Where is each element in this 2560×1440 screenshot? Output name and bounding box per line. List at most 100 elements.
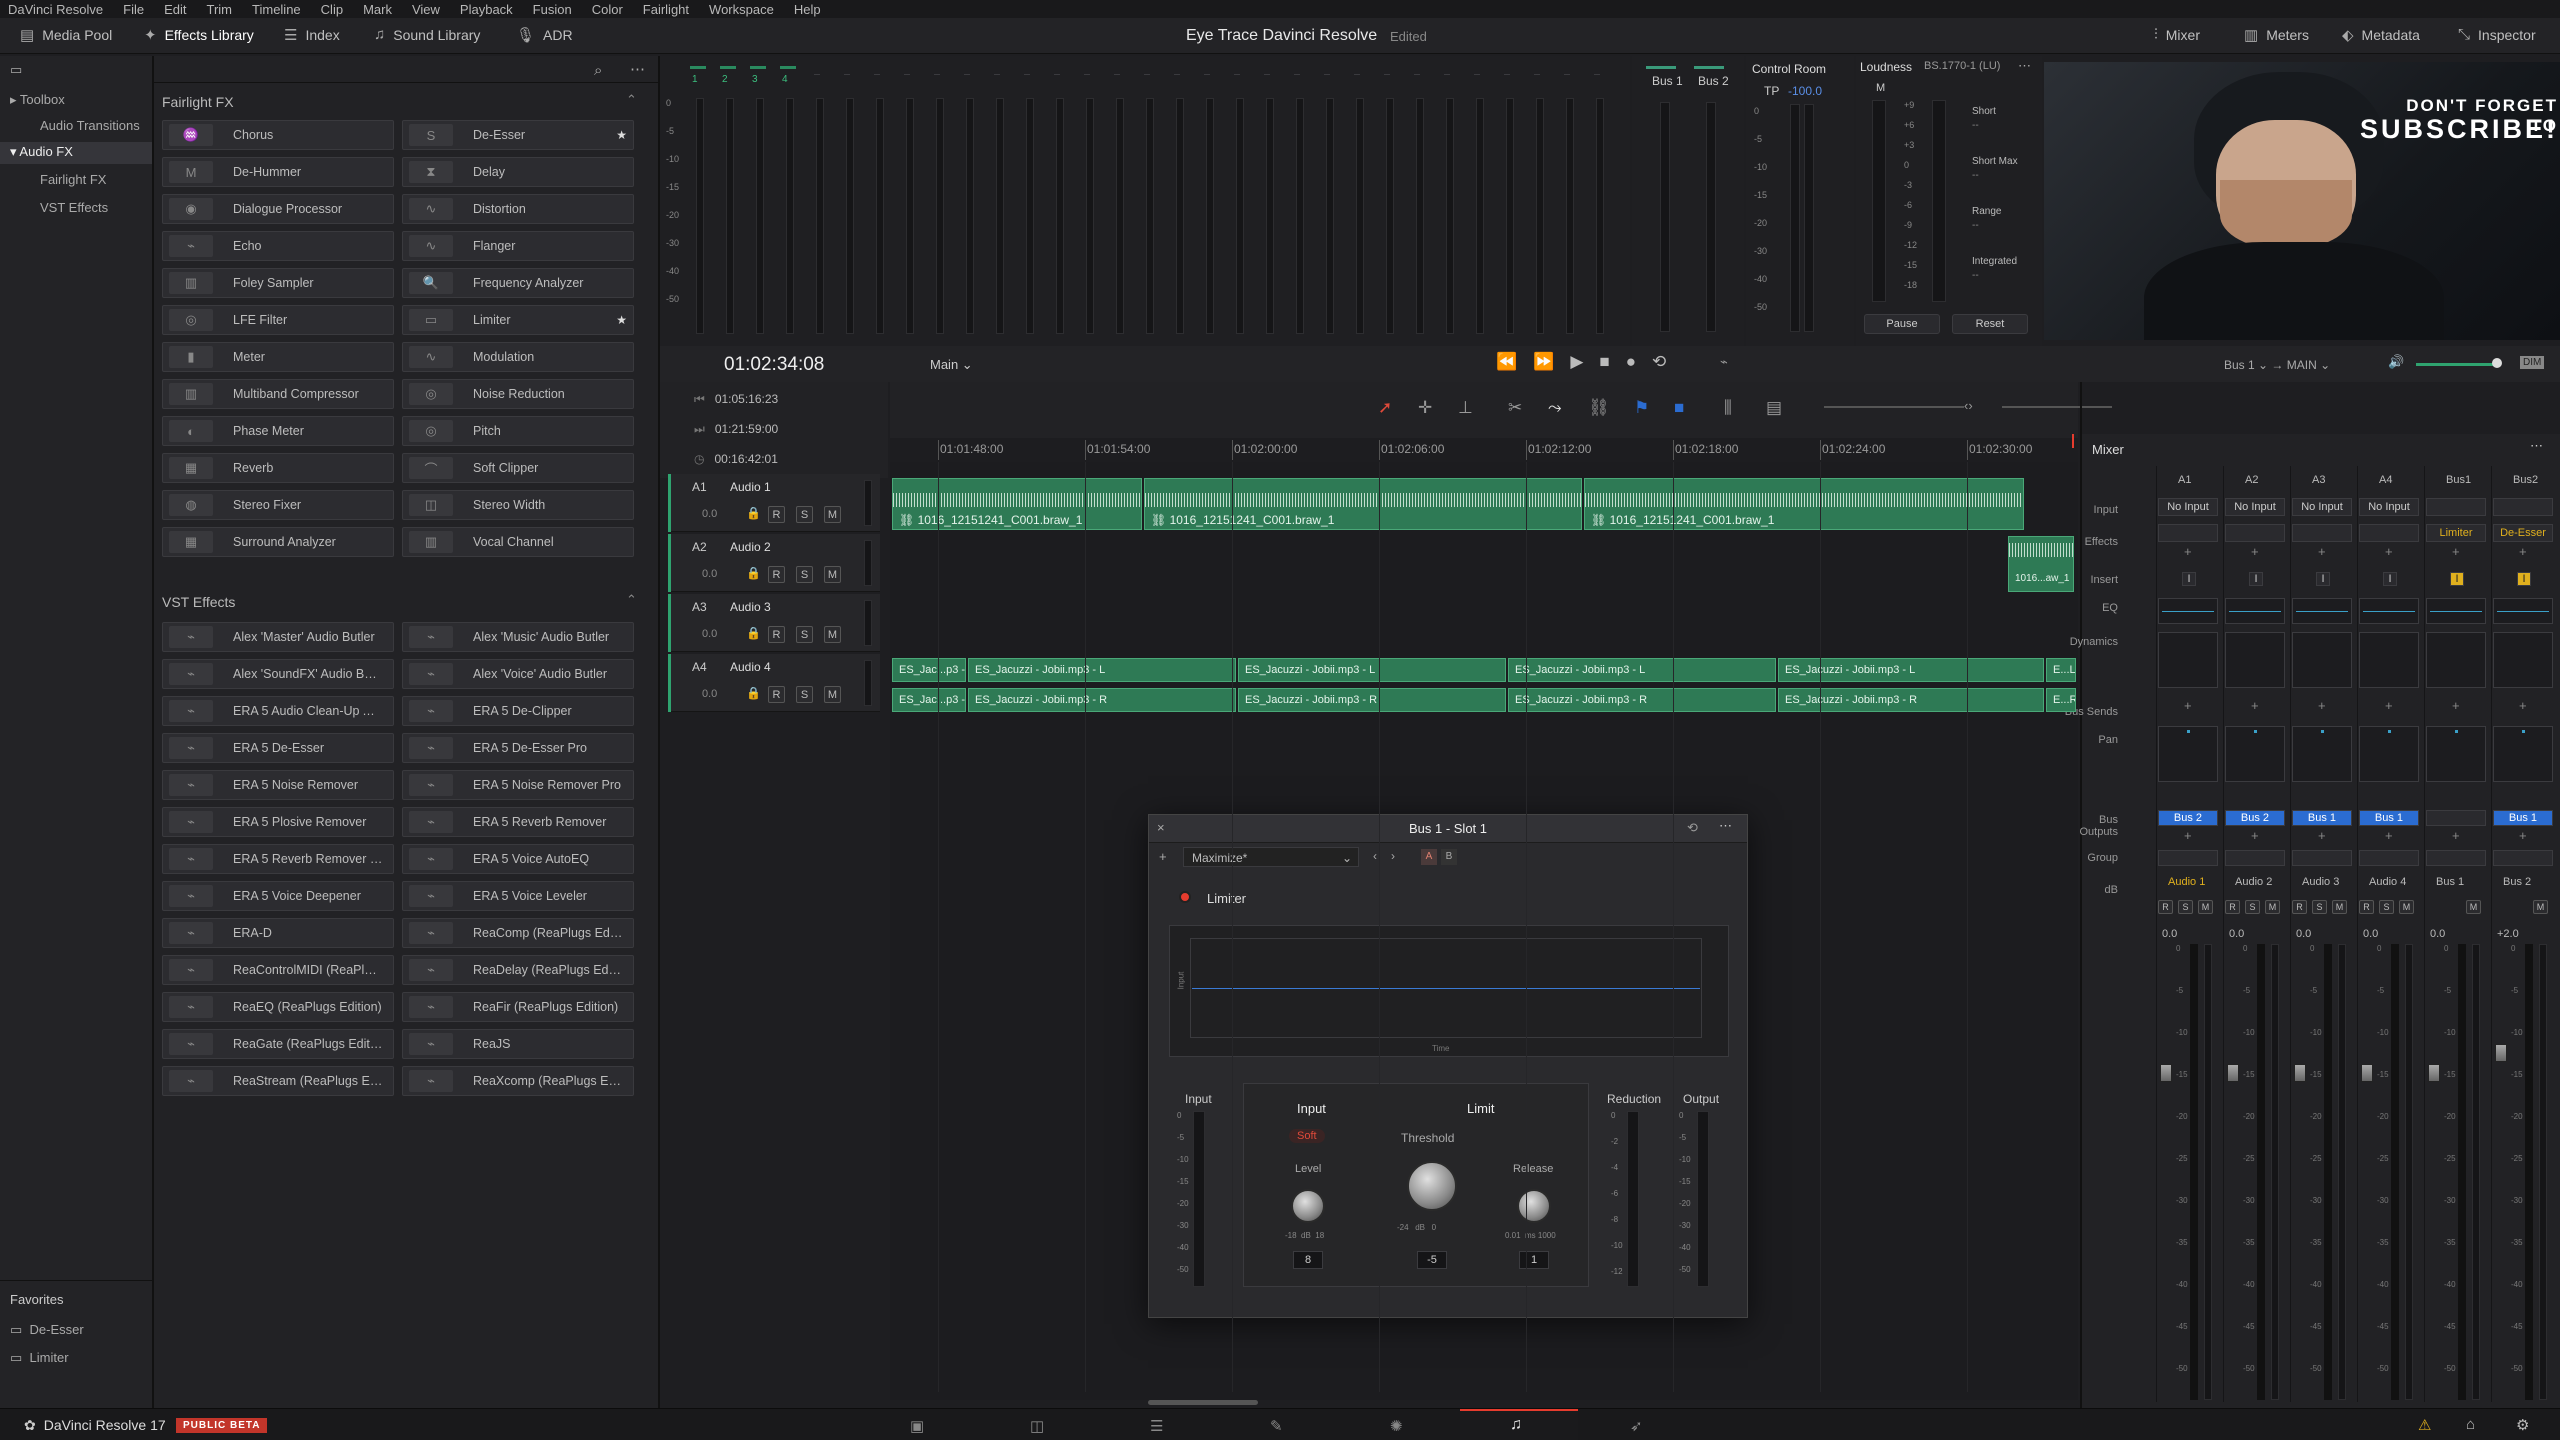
effects-library-button[interactable]: ✦ Effects Library — [144, 26, 254, 44]
vst-item[interactable]: ⌁ ERA 5 Reverb Remover — [402, 807, 634, 837]
meters-button[interactable]: ▥ Meters — [2244, 26, 2309, 44]
dynamics-thumbnail[interactable] — [2493, 632, 2553, 688]
add-send-icon[interactable]: + — [2519, 698, 2527, 713]
volume-handle[interactable] — [2492, 358, 2502, 368]
fx-item[interactable]: ▥ Vocal Channel — [402, 527, 634, 557]
history-icon[interactable]: ⟲ — [1687, 820, 1698, 836]
mixer-s-button[interactable]: S — [2379, 900, 2394, 914]
insert-toggle[interactable]: I — [2517, 572, 2531, 586]
add-output-icon[interactable]: + — [2519, 828, 2527, 843]
add-output-icon[interactable]: + — [2318, 828, 2326, 843]
menu-item[interactable]: Clip — [321, 2, 343, 17]
clip-a4-right[interactable]: ES_Jacuzzi - Jobii.mp3 - R — [1238, 688, 1506, 712]
track-volume[interactable]: 0.0 — [702, 508, 717, 520]
panel-toggle-icon[interactable]: ▭ — [10, 62, 22, 78]
group-slot[interactable] — [2225, 850, 2285, 866]
insert-toggle[interactable]: I — [2249, 572, 2263, 586]
vst-item[interactable]: ⌁ ERA 5 Noise Remover Pro — [402, 770, 634, 800]
vst-item[interactable]: ⌁ ERA 5 Noise Remover — [162, 770, 394, 800]
vst-item[interactable]: ⌁ ReaFir (ReaPlugs Edition) — [402, 992, 634, 1022]
ab-a-button[interactable]: A — [1421, 849, 1437, 865]
add-effect-icon[interactable]: + — [2519, 544, 2527, 559]
add-effect-icon[interactable]: + — [2452, 544, 2460, 559]
mixer-effects-slot[interactable] — [2359, 524, 2419, 542]
mixer-m-button[interactable]: M — [2265, 900, 2280, 914]
mixer-effects-slot[interactable]: Limiter — [2426, 524, 2486, 542]
track-m-button[interactable]: M — [824, 686, 841, 703]
clip-a1[interactable]: ⛓ 1016_12151241_C001.braw_1 — [1584, 478, 2024, 530]
metadata-button[interactable]: ⬖ Metadata — [2342, 26, 2420, 44]
track-name[interactable]: Audio 3 — [730, 600, 771, 614]
track-r-button[interactable]: R — [768, 686, 785, 703]
pan-control[interactable] — [2158, 726, 2218, 782]
bus-output-slot[interactable]: Bus 2 — [2225, 810, 2285, 826]
vst-item[interactable]: ⌁ ReaDelay (ReaPlugs Editi... — [402, 955, 634, 985]
clip-a4-left[interactable]: E...L — [2046, 658, 2076, 682]
preset-next-icon[interactable]: › — [1391, 849, 1395, 863]
mixer-effects-slot[interactable] — [2292, 524, 2352, 542]
fusion-page-icon[interactable]: ✎ — [1270, 1417, 1283, 1435]
clip-a1[interactable]: ⛓ 1016_12151241_C001.braw_1 — [892, 478, 1142, 530]
volume-slider[interactable] — [2416, 363, 2496, 366]
menu-item[interactable]: View — [412, 2, 440, 17]
fx-item[interactable]: ◐ Phase Meter — [162, 416, 394, 446]
group-slot[interactable] — [2292, 850, 2352, 866]
timeline-scrollbar[interactable] — [1148, 1400, 1258, 1405]
insert-toggle[interactable]: I — [2450, 572, 2464, 586]
cut-page-icon[interactable]: ◫ — [1030, 1417, 1044, 1435]
dynamics-thumbnail[interactable] — [2359, 632, 2419, 688]
group-slot[interactable] — [2426, 850, 2486, 866]
track-volume[interactable]: 0.0 — [702, 688, 717, 700]
automation-icon[interactable]: ⌁ — [1720, 354, 1728, 370]
menu-item[interactable]: Playback — [460, 2, 513, 17]
fx-item[interactable]: ◎ Pitch — [402, 416, 634, 446]
mixer-r-button[interactable]: R — [2225, 900, 2240, 914]
flag-icon[interactable]: ⚑ — [1634, 398, 1649, 418]
insert-toggle[interactable]: I — [2383, 572, 2397, 586]
clip-a2[interactable]: 1016...aw_1 — [2008, 536, 2074, 592]
fx-item[interactable]: ▦ Surround Analyzer — [162, 527, 394, 557]
release-value[interactable]: 1 — [1519, 1251, 1549, 1269]
add-send-icon[interactable]: + — [2452, 698, 2460, 713]
dim-button[interactable]: DIM — [2520, 356, 2545, 369]
tree-vst-effects[interactable]: VST Effects — [40, 200, 108, 215]
track-s-button[interactable]: S — [796, 626, 813, 643]
fx-item[interactable]: ◫ Stereo Width — [402, 490, 634, 520]
plugin-enable-toggle[interactable] — [1179, 891, 1191, 903]
pointer-tool-icon[interactable]: ➚ — [1378, 398, 1392, 418]
loop-icon[interactable]: ⟲ — [1652, 352, 1682, 371]
vst-item[interactable]: ⌁ Alex 'Voice' Audio Butler — [402, 659, 634, 689]
mixer-r-button[interactable]: R — [2292, 900, 2307, 914]
lock-icon[interactable]: 🔒 — [746, 566, 761, 580]
more-options-icon[interactable]: ⋯ — [2018, 58, 2031, 74]
track-s-button[interactable]: S — [796, 566, 813, 583]
fader-handle[interactable] — [2294, 1064, 2306, 1082]
add-output-icon[interactable]: + — [2385, 828, 2393, 843]
bus-output-slot[interactable] — [2426, 810, 2486, 826]
clip-a4-right[interactable]: ES_Jacuzzi - Jobii.mp3 - R — [968, 688, 1236, 712]
vst-item[interactable]: ⌁ ERA 5 Voice Leveler — [402, 881, 634, 911]
threshold-knob[interactable] — [1407, 1161, 1457, 1211]
mixer-s-button[interactable]: S — [2178, 900, 2193, 914]
release-knob[interactable] — [1517, 1189, 1551, 1223]
clip-a4-left[interactable]: ES_Jacuzzi - Jobii.mp3 - L — [1778, 658, 2044, 682]
add-output-icon[interactable]: + — [2184, 828, 2192, 843]
preset-dropdown[interactable]: Maximize* ⌄ — [1183, 847, 1359, 867]
zoom-slider-2[interactable] — [2002, 406, 2112, 408]
add-preset-icon[interactable]: + — [1159, 849, 1167, 864]
mixer-input-slot[interactable] — [2426, 498, 2486, 516]
threshold-value[interactable]: -5 — [1417, 1251, 1447, 1269]
insert-toggle[interactable]: I — [2182, 572, 2196, 586]
vst-item[interactable]: ⌁ ERA 5 Voice Deepener — [162, 881, 394, 911]
menu-item[interactable]: Workspace — [709, 2, 774, 17]
search-icon[interactable]: ⌕ — [594, 62, 602, 79]
dynamics-thumbnail[interactable] — [2292, 632, 2352, 688]
fx-item[interactable]: ∿ Distortion — [402, 194, 634, 224]
video-preview[interactable]: DON'T FORGET TO SUBSCRIBE! — [2044, 62, 2560, 340]
fx-item[interactable]: 🔍 Frequency Analyzer — [402, 268, 634, 298]
vst-item[interactable]: ⌁ ReaGate (ReaPlugs Edition) — [162, 1029, 394, 1059]
tree-audio-fx[interactable]: ▾ Audio FX — [10, 144, 73, 160]
range-tool-icon[interactable]: ✛ — [1418, 398, 1432, 418]
tree-audio-transitions[interactable]: Audio Transitions — [40, 118, 140, 133]
razor-icon[interactable]: ✂ — [1508, 398, 1522, 418]
